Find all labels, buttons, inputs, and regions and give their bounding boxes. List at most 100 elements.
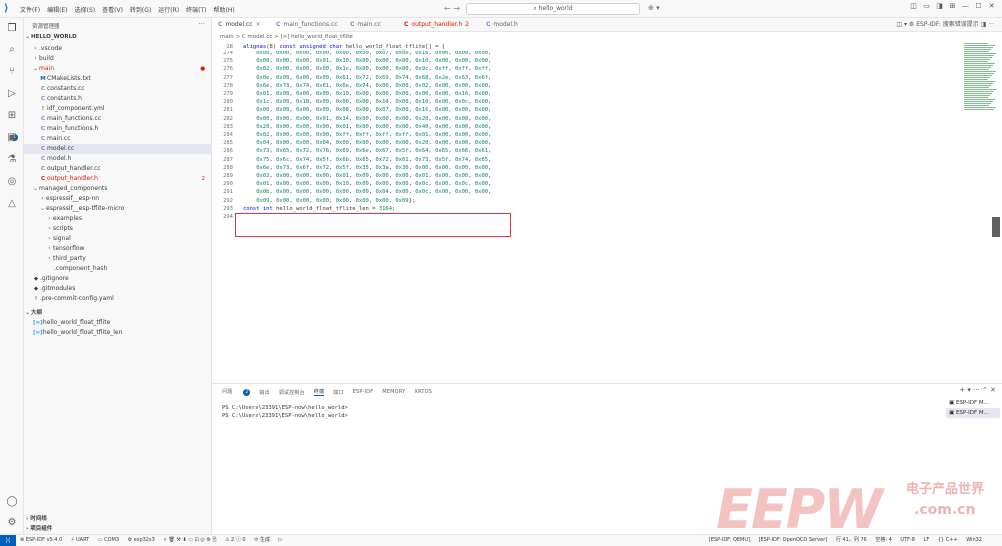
timeline-section-header[interactable]: › 时间线 — [24, 514, 212, 524]
terminal-instance[interactable]: ▣ ESP-IDF M... — [946, 408, 1000, 418]
code-line[interactable]: 290 0x01, 0x00, 0x00, 0x00, 0x10, 0x00, … — [212, 180, 491, 188]
copilot-icon[interactable]: ⊕ ▾ — [648, 4, 660, 12]
explorer-icon[interactable]: ❐ — [4, 21, 20, 37]
tree-file[interactable]: Cmodel.h — [24, 154, 212, 164]
status-language[interactable]: {} C++ — [938, 537, 958, 543]
menu-edit[interactable]: 编辑(E) — [47, 5, 67, 14]
menu-go[interactable]: 转到(G) — [130, 5, 151, 14]
status-qemu[interactable]: [ESP-IDF: QEMU] — [709, 537, 750, 543]
code-line[interactable]: 278 0x6e, 0x73, 0x74, 0x61, 0x6e, 0x74, … — [212, 82, 491, 90]
minimize-button[interactable]: — — [959, 2, 972, 10]
tree-file[interactable]: Cconstants.h — [24, 94, 212, 104]
status-target[interactable]: ⚙ esp32s3 — [128, 537, 155, 543]
tree-file[interactable]: ◆ .gitmodules — [24, 284, 212, 294]
tab-esp-idf[interactable]: ESP-IDF — [353, 389, 374, 395]
status-openocd[interactable]: [ESP-IDF: OpenOCD Server] — [759, 537, 828, 543]
tree-file[interactable]: .component_hash — [24, 264, 212, 274]
code-line[interactable]: 280 0x1c, 0x00, 0x18, 0x00, 0x00, 0x00, … — [212, 98, 491, 106]
source-control-icon[interactable]: ⑂ — [4, 64, 20, 80]
close-tab-icon[interactable]: × — [256, 21, 261, 28]
code-line[interactable]: 279 0x01, 0x00, 0x00, 0x00, 0x10, 0x00, … — [212, 90, 491, 98]
tree-folder[interactable]: ⌄espressif__esp-tflite-micro — [24, 204, 212, 214]
tree-folder[interactable]: › .vscode — [24, 44, 212, 54]
status-indentation[interactable]: 空格: 4 — [875, 537, 891, 543]
close-panel-icon[interactable]: ✕ — [990, 386, 996, 394]
code-line[interactable]: 291 0x0b, 0x00, 0x00, 0x00, 0x00, 0x00, … — [212, 188, 491, 196]
minimap[interactable] — [964, 43, 1000, 113]
split-editor-icon[interactable]: ◫ ▾ — [896, 21, 909, 28]
code-line[interactable]: 276 0x02, 0x00, 0x00, 0x00, 0x1c, 0x00, … — [212, 65, 491, 73]
tab-output-handler-h[interactable]: Coutput_handler.h 2 — [398, 18, 480, 32]
menu-terminal[interactable]: 终端(T) — [186, 5, 206, 14]
code-line[interactable]: 288 0x6e, 0x73, 0x6f, 0x72, 0x5f, 0x35, … — [212, 164, 491, 172]
workspace-section-header[interactable]: ⌄HELLO_WORLD — [24, 32, 212, 42]
tab-ports[interactable]: 端口 — [333, 389, 343, 396]
status-build[interactable]: ⟳ 生成 — [254, 537, 270, 543]
status-port[interactable]: ▭ COM3 — [98, 537, 119, 543]
close-window-button[interactable]: ✕ — [985, 2, 998, 10]
tree-file[interactable]: Coutput_handler.h 2 — [24, 174, 212, 184]
tab-output[interactable]: 输出 — [259, 389, 269, 396]
tree-folder[interactable]: ⌄main ● — [24, 64, 212, 74]
tree-folder[interactable]: › tensorflow — [24, 244, 212, 254]
remote-explorer-icon[interactable]: ▣ — [4, 130, 20, 146]
breadcrumb[interactable]: main > C model.cc > [∞] hello_world_floa… — [220, 34, 353, 40]
terminal-output[interactable]: PS C:\Users\23391\ESP-now\hello_world> PS… — [222, 404, 348, 420]
tree-folder[interactable]: › espressif__esp-nn — [24, 194, 212, 204]
forward-arrow-icon[interactable]: → — [453, 4, 460, 13]
customize-layout-icon[interactable]: ⊞ — [946, 2, 959, 10]
tree-file[interactable]: Cmain.cc — [24, 134, 212, 144]
tab-memory[interactable]: MEMORY — [382, 389, 405, 395]
settings-gear-icon[interactable]: ⚙ — [4, 515, 20, 531]
code-line[interactable]: 284 0x02, 0x00, 0x00, 0x00, 0xff, 0xff, … — [212, 131, 491, 139]
tree-folder[interactable]: › signal — [24, 234, 212, 244]
extensions-icon[interactable]: ⊞ — [4, 108, 20, 124]
code-line[interactable]: 283 0x20, 0x00, 0x00, 0x00, 0x01, 0x00, … — [212, 123, 491, 131]
menu-help[interactable]: 帮助(H) — [213, 5, 234, 14]
status-uart[interactable]: ⚡ UART — [71, 537, 89, 543]
tree-file[interactable]: Cmain_functions.h — [24, 124, 212, 134]
tree-folder[interactable]: › build — [24, 54, 212, 64]
tab-debug-console[interactable]: 调试控制台 — [279, 389, 305, 396]
status-esp-idf-version[interactable]: ⊗ ESP-IDF v5.4.0 — [20, 537, 62, 543]
status-cursor-position[interactable]: 行 41，列 76 — [836, 537, 867, 543]
code-line[interactable]: 277 0x0e, 0x00, 0x00, 0x00, 0x61, 0x72, … — [212, 74, 491, 82]
menu-file[interactable]: 文件(F) — [20, 5, 40, 14]
run-debug-icon[interactable]: ▷ — [4, 86, 20, 102]
account-icon[interactable]: ◯ — [4, 494, 20, 510]
platform-icon[interactable]: △ — [4, 196, 20, 212]
tree-file[interactable]: ! .pre-commit-config.yaml — [24, 294, 212, 304]
split-icon[interactable]: ◨ — [979, 21, 988, 28]
tree-file[interactable]: Cconstants.cc — [24, 84, 212, 94]
remote-indicator-icon[interactable]: ⟩⟨ — [0, 535, 16, 546]
sticky-scroll-line[interactable]: 28 alignas(8) const unsigned char hello_w… — [212, 43, 952, 52]
esp-idf-search-error-button[interactable]: ESP-IDF: 搜索错误提示 — [916, 21, 979, 28]
terminal-instance[interactable]: ▣ ESP-IDF M... — [946, 398, 1000, 408]
layout-panel-icon[interactable]: ▭ — [920, 2, 933, 10]
tree-file[interactable]: ! idf_component.yml — [24, 104, 212, 114]
status-problems[interactable]: ⚠ 2 ⓘ 0 — [225, 537, 246, 543]
menu-view[interactable]: 查看(V) — [102, 5, 123, 14]
code-line[interactable]: 287 0x75, 0x6c, 0x74, 0x5f, 0x6b, 0x65, … — [212, 156, 491, 164]
tree-folder[interactable]: › third_party — [24, 254, 212, 264]
project-components-section-header[interactable]: › 项目组件 — [24, 524, 212, 534]
tree-file[interactable]: Cmodel.cc — [24, 144, 212, 154]
tab-problems[interactable]: 问题 2 — [222, 388, 251, 396]
code-line[interactable]: 282 0x00, 0x00, 0x00, 0x01, 0x14, 0x00, … — [212, 115, 491, 123]
outline-item[interactable]: [∞] hello_world_float_tflite_len — [24, 328, 212, 338]
tree-folder[interactable]: ⌄managed_components — [24, 184, 212, 194]
code-line[interactable]: 275 0x00, 0x00, 0x00, 0x01, 0x10, 0x00, … — [212, 57, 491, 65]
tab-xrtos[interactable]: XRTOS — [414, 389, 432, 395]
editor-scrollbar[interactable] — [992, 217, 1000, 237]
status-run-icon[interactable]: ▷ — [279, 537, 283, 543]
tree-folder[interactable]: › scripts — [24, 224, 212, 234]
more-actions-icon[interactable]: ··· — [198, 20, 205, 28]
status-encoding[interactable]: UTF-8 — [900, 537, 915, 543]
search-icon[interactable]: ⌕ — [4, 42, 20, 58]
tab-main-cc[interactable]: Cmain.cc — [344, 18, 400, 32]
menu-selection[interactable]: 选择(S) — [75, 5, 96, 14]
tree-folder[interactable]: › examples — [24, 214, 212, 224]
menu-run[interactable]: 运行(R) — [158, 5, 179, 14]
outline-section-header[interactable]: ⌄大纲 — [24, 308, 212, 318]
code-line[interactable]: 281 0x00, 0x00, 0x00, 0x00, 0x08, 0x00, … — [212, 106, 491, 114]
